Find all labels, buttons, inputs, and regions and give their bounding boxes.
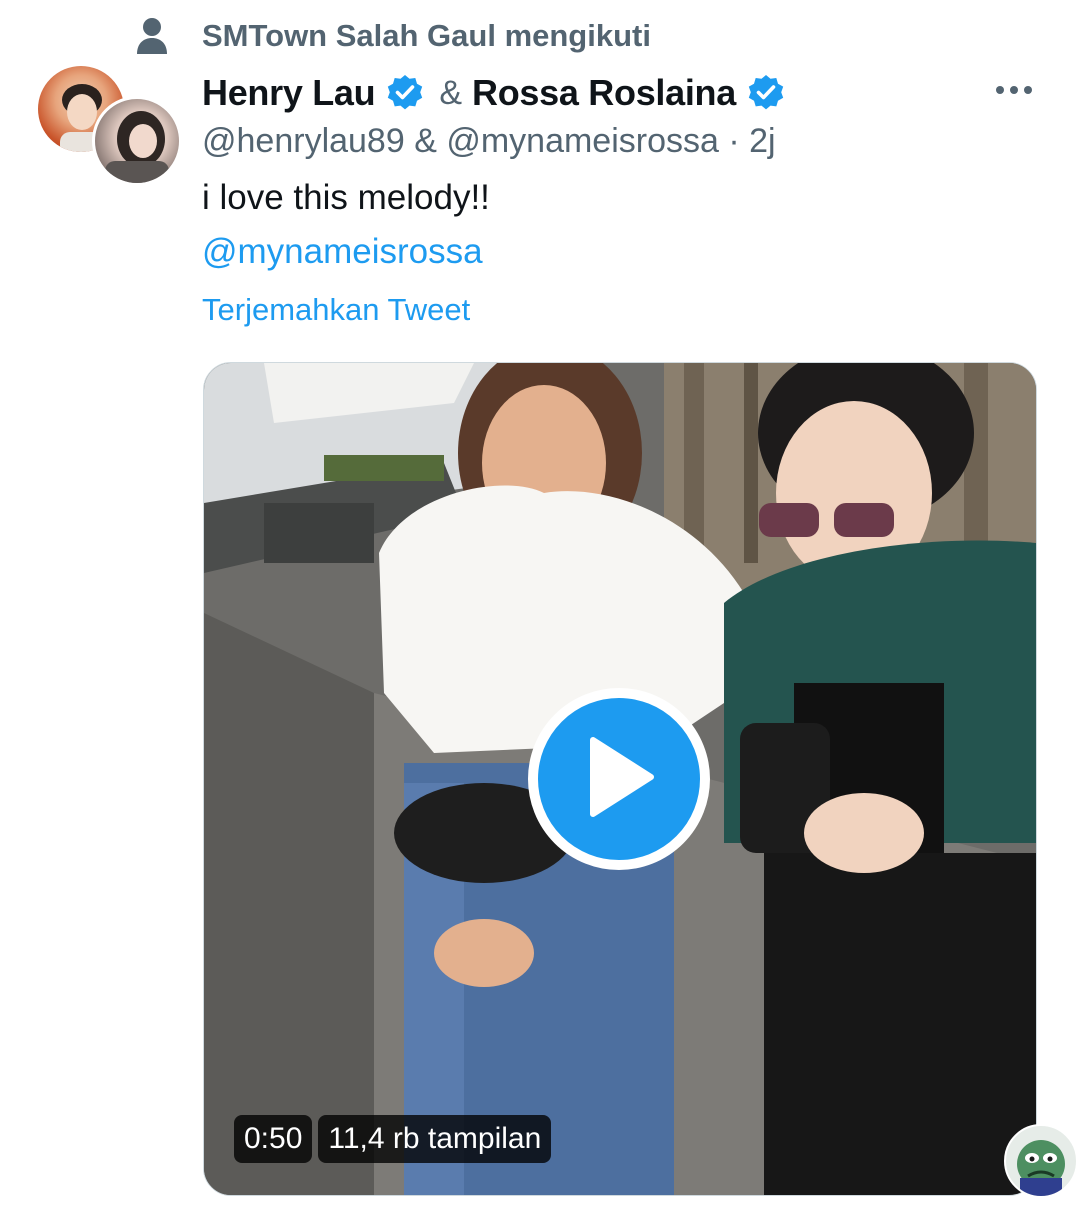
play-icon — [579, 734, 659, 825]
author-avatars[interactable] — [38, 64, 182, 186]
person-icon — [135, 16, 169, 56]
tweet-header: Henry Lau & Rossa Roslaina — [202, 68, 1050, 118]
translate-tweet-link[interactable]: Terjemahkan Tweet — [202, 292, 470, 328]
verified-badge-icon — [385, 73, 425, 113]
social-context-text: SMTown Salah Gaul mengikuti — [202, 18, 651, 53]
social-context[interactable]: SMTown Salah Gaul mengikuti — [135, 12, 651, 60]
video-duration-badge: 0:50 — [234, 1115, 313, 1163]
author-name-1[interactable]: Henry Lau — [202, 72, 376, 114]
play-button[interactable] — [528, 688, 710, 870]
tweet-text: i love this melody!! — [202, 178, 490, 217]
author-handles[interactable]: @henrylau89 & @mynameisrossa · 2j — [202, 122, 776, 161]
floating-avatar[interactable] — [1004, 1124, 1078, 1198]
verified-badge-icon — [746, 73, 786, 113]
video-views-badge: 11,4 rb tampilan — [318, 1115, 552, 1163]
more-options-icon[interactable] — [996, 86, 1032, 94]
author-name-2[interactable]: Rossa Roslaina — [472, 72, 736, 114]
author-separator: & — [439, 73, 463, 112]
tweet-page: SMTown Salah Gaul mengikuti Henry Lau & … — [0, 0, 1080, 1206]
mention-link[interactable]: @mynameisrossa — [202, 232, 483, 272]
avatar-rossa-roslaina[interactable] — [92, 96, 182, 186]
